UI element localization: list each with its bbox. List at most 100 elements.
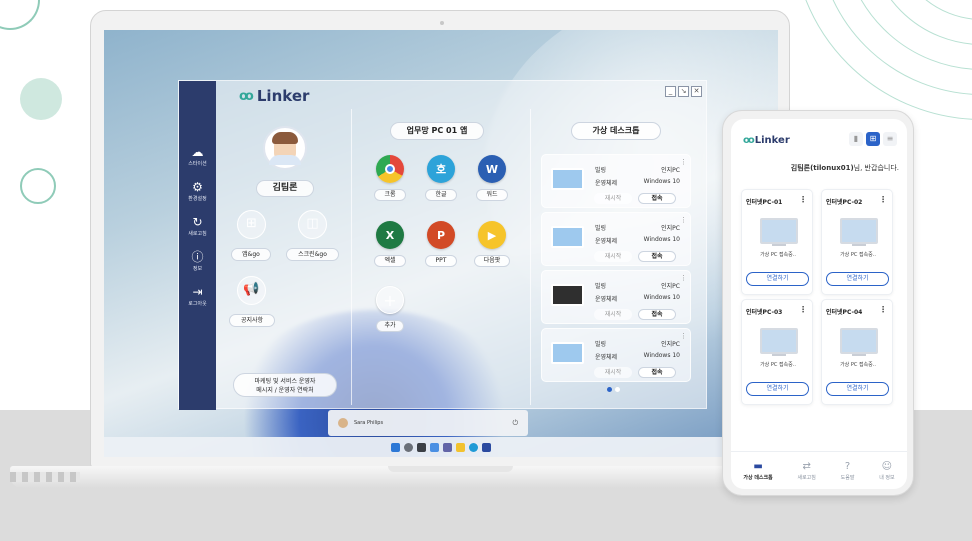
refresh-icon: ↻ [192,215,203,229]
bottom-nav: ▬ 가상 데스크톱 ⇄ 새로고침 ? 도움말 ☺ 내 정보 [731,451,907,489]
pc-card-status: 가상 PC 접속중.. [760,252,796,258]
connect-button[interactable]: 접속 [638,367,676,378]
search-icon[interactable] [404,442,413,452]
phone-logo: oo Linker [743,135,790,146]
monitor-icon: ▬ [753,460,763,472]
chrome-icon[interactable] [376,155,404,183]
edge-icon[interactable] [469,442,478,452]
file-explorer-icon[interactable] [456,442,465,452]
page-indicator [607,387,620,392]
pc-card-status: 가상 PC 접속중.. [840,252,876,258]
monitor-icon [840,328,878,354]
minimize-button[interactable]: _ [665,86,676,97]
sidebar-item-refresh[interactable]: ↻ 새로고침 [188,216,206,237]
restart-button[interactable]: 재시작 [594,367,632,378]
close-button[interactable]: ✕ [691,86,702,97]
connect-button[interactable]: 접속 [638,193,676,204]
pc-card-status: 가상 PC 접속중.. [840,362,876,368]
start-menu-user[interactable]: Sara Philips [354,420,383,426]
more-icon[interactable]: ⋮ [680,158,687,166]
connect-button[interactable]: 연결하기 [746,382,809,396]
windows-start-icon[interactable] [391,442,400,452]
sidebar-item-label: 새로고침 [188,231,207,237]
sidebar-item-settings[interactable]: ⚙ 환경설정 [188,181,206,202]
word-icon[interactable]: W [478,155,506,183]
connect-button[interactable]: 연결하기 [826,382,889,396]
monitor-icon [760,218,798,244]
sidebar-item-station[interactable]: ☁ 스타이션 [188,146,206,167]
more-icon[interactable]: ⋮ [680,274,687,282]
nav-item-vdesk[interactable]: ▬ 가상 데스크톱 [743,461,772,481]
pc-card-title: 인터넷PC-04 [826,309,863,316]
nav-item-help[interactable]: ? 도움말 [841,461,855,481]
help-icon: ? [844,460,851,472]
widgets-icon[interactable] [430,442,439,452]
restart-button[interactable]: 재시작 [594,193,632,204]
taskbar [104,437,778,457]
store-icon[interactable] [482,442,491,452]
monitor-icon [760,328,798,354]
pc-card-status: 가상 PC 접속중.. [760,362,796,368]
task-view-icon[interactable] [417,442,426,452]
pc-card-title: 인터넷PC-01 [746,199,783,206]
vdesk-panel-title: 가상 데스크톱 [571,122,661,140]
app-label-daumpot: 다음팟 [474,255,510,267]
more-icon[interactable]: ⋮ [680,216,687,224]
hangul-icon[interactable]: 호 [427,155,455,183]
gear-icon: ⚙ [192,180,203,194]
logo-text: Linker [256,87,310,105]
pc-card: 인터넷PC-02 ⋮ 가상 PC 접속중.. 연결하기 [821,189,893,295]
more-icon[interactable]: ⋮ [799,305,807,314]
nav-item-refresh[interactable]: ⇄ 새로고침 [797,461,815,481]
column-divider [351,109,352,405]
power-icon[interactable]: ⏻ [512,419,518,428]
sidebar-item-label: 정보 [192,266,203,272]
more-icon[interactable]: ⋮ [680,332,687,340]
app-label-ppt: PPT [425,255,457,267]
connect-button[interactable]: 연결하기 [826,272,889,286]
monitor-icon [551,284,584,306]
connect-button[interactable]: 연결하기 [746,272,809,286]
screen-go-button[interactable]: ◫ [298,210,327,239]
notice-button[interactable]: 📢 [237,276,266,305]
apps-go-label: 앱&go [231,248,271,261]
page-dot[interactable] [615,387,620,392]
nav-item-profile[interactable]: ☺ 내 정보 [879,461,894,481]
connect-button[interactable]: 접속 [638,251,676,262]
connect-button[interactable]: 접속 [638,309,676,320]
vdesk-card: ⋮ 빌링 인지PC 운영체제 Windows 10 재시작 접속 [541,212,691,266]
excel-icon[interactable]: X [376,221,404,249]
contact-line: 메시지 / 운영자 연락처 [256,387,314,394]
logo-mark-icon: oo [743,135,755,146]
laptop-screen: ☁ 스타이션 ⚙ 환경설정 ↻ 새로고침 ⓘ 정보 ⇥ 로그아웃 oo Link… [104,30,778,457]
add-app-button[interactable]: + [376,286,404,314]
app-label-chrome: 크롬 [374,189,406,201]
sidebar-item-logout[interactable]: ⇥ 로그아웃 [188,286,206,307]
powerpoint-icon[interactable]: P [427,221,455,249]
monitor-icon [551,168,584,190]
apps-go-button[interactable]: ⊞ [237,210,266,239]
restart-button[interactable]: 재시작 [594,251,632,262]
screen-go-label: 스크린&go [286,248,339,261]
single-view-icon[interactable]: ▮ [849,132,863,146]
more-icon[interactable]: ⋮ [879,195,887,204]
chat-icon[interactable] [443,442,452,452]
user-avatar-icon [338,418,348,428]
grid-view-icon[interactable]: ⊞ [866,132,880,146]
more-icon[interactable]: ⋮ [799,195,807,204]
more-icon[interactable]: ⋮ [879,305,887,314]
sidebar-item-info[interactable]: ⓘ 정보 [191,251,203,272]
avatar[interactable] [263,126,307,170]
sidebar-item-label: 스타이션 [188,161,207,167]
cloud-icon: ☁ [191,145,204,159]
plus-icon: + [383,290,397,310]
start-menu: Sara Philips ⏻ [328,410,528,436]
list-view-icon[interactable]: ≡ [883,132,897,146]
daumpot-icon[interactable]: ▶ [478,221,506,249]
page-dot[interactable] [607,387,612,392]
restart-button[interactable]: 재시작 [594,309,632,320]
phone-frame: oo Linker ▮ ⊞ ≡ 김팀론(tilonux01)님, 반갑습니다. 인… [722,110,914,496]
operator-contact-button[interactable]: 마케팅 및 서비스 운영자 메시지 / 운영자 연락처 [233,373,337,397]
restore-button[interactable]: ↘ [678,86,689,97]
decor-arc [0,0,40,30]
